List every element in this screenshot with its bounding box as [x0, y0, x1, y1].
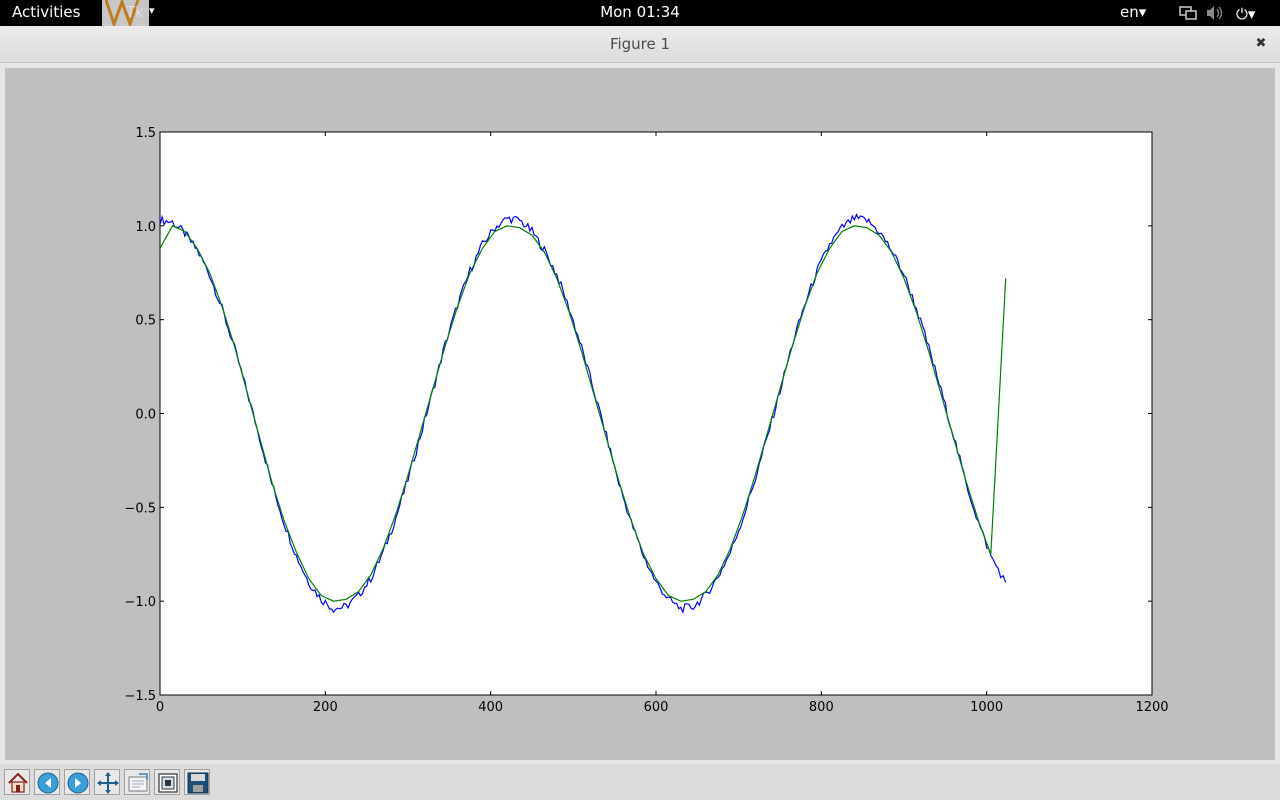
network-icon[interactable]: [1179, 5, 1197, 25]
clock[interactable]: Mon 01:34: [600, 3, 680, 21]
y-tick-label: −1.0: [124, 595, 156, 610]
y-tick-label: 1.0: [135, 220, 156, 235]
window-title: Figure 1: [609, 35, 671, 53]
navigation-toolbar: [0, 764, 1280, 800]
x-tick-label: 0: [156, 700, 164, 715]
window-titlebar: Figure 1 ✖: [0, 26, 1280, 63]
zoom-button[interactable]: [124, 769, 150, 795]
y-tick-label: −0.5: [124, 501, 156, 516]
power-menu[interactable]: ⏻▾: [1236, 5, 1255, 23]
x-tick-label: 800: [809, 700, 834, 715]
language-indicator[interactable]: en▾: [1120, 3, 1146, 21]
plot-svg: 0 200 400 600 800 1000 1200 −1.5 −1.0 −0.5 0.0 0.5 1…: [124, 126, 1168, 715]
forward-arrow-icon: [67, 772, 89, 794]
clock-container: Mon 01:34: [0, 3, 1280, 21]
app-menu-label[interactable]: Tk: [126, 3, 144, 21]
close-icon[interactable]: ✖: [1253, 36, 1269, 52]
subplots-config-icon: [158, 773, 178, 793]
x-tick-label: 600: [644, 700, 669, 715]
figure-canvas[interactable]: 0 200 400 600 800 1000 1200 −1.5 −1.0 −0.5 0.0 0.5 1…: [5, 68, 1275, 760]
app-menu-arrow-icon[interactable]: ▾: [149, 4, 155, 17]
window-title-container: Figure 1: [0, 35, 1280, 53]
axes-background: [159, 131, 1153, 696]
forward-button[interactable]: [64, 769, 90, 795]
zoom-rect-icon: [128, 773, 148, 792]
y-tick-label: 0.5: [135, 314, 156, 329]
x-tick-label: 1200: [1135, 700, 1168, 715]
y-tick-label: 0.0: [135, 408, 156, 423]
pan-move-icon: [97, 772, 119, 794]
y-tick-label: −1.5: [124, 689, 156, 704]
back-arrow-icon: [37, 772, 59, 794]
gnome-top-bar: Activities Tk ▾ Mon 01:34 en▾ ⏻▾: [0, 0, 1280, 26]
volume-icon[interactable]: [1206, 5, 1224, 25]
home-icon: [8, 772, 28, 793]
save-button[interactable]: [184, 769, 210, 795]
save-disk-icon: [187, 772, 209, 794]
x-tick-label: 1000: [970, 700, 1003, 715]
pan-button[interactable]: [94, 769, 120, 795]
x-tick-label: 200: [313, 700, 338, 715]
back-button[interactable]: [34, 769, 60, 795]
home-button[interactable]: [4, 769, 30, 795]
y-tick-label: 1.5: [135, 126, 156, 141]
subplots-button[interactable]: [154, 769, 180, 795]
x-tick-label: 400: [478, 700, 503, 715]
activities-button[interactable]: Activities: [12, 3, 80, 21]
